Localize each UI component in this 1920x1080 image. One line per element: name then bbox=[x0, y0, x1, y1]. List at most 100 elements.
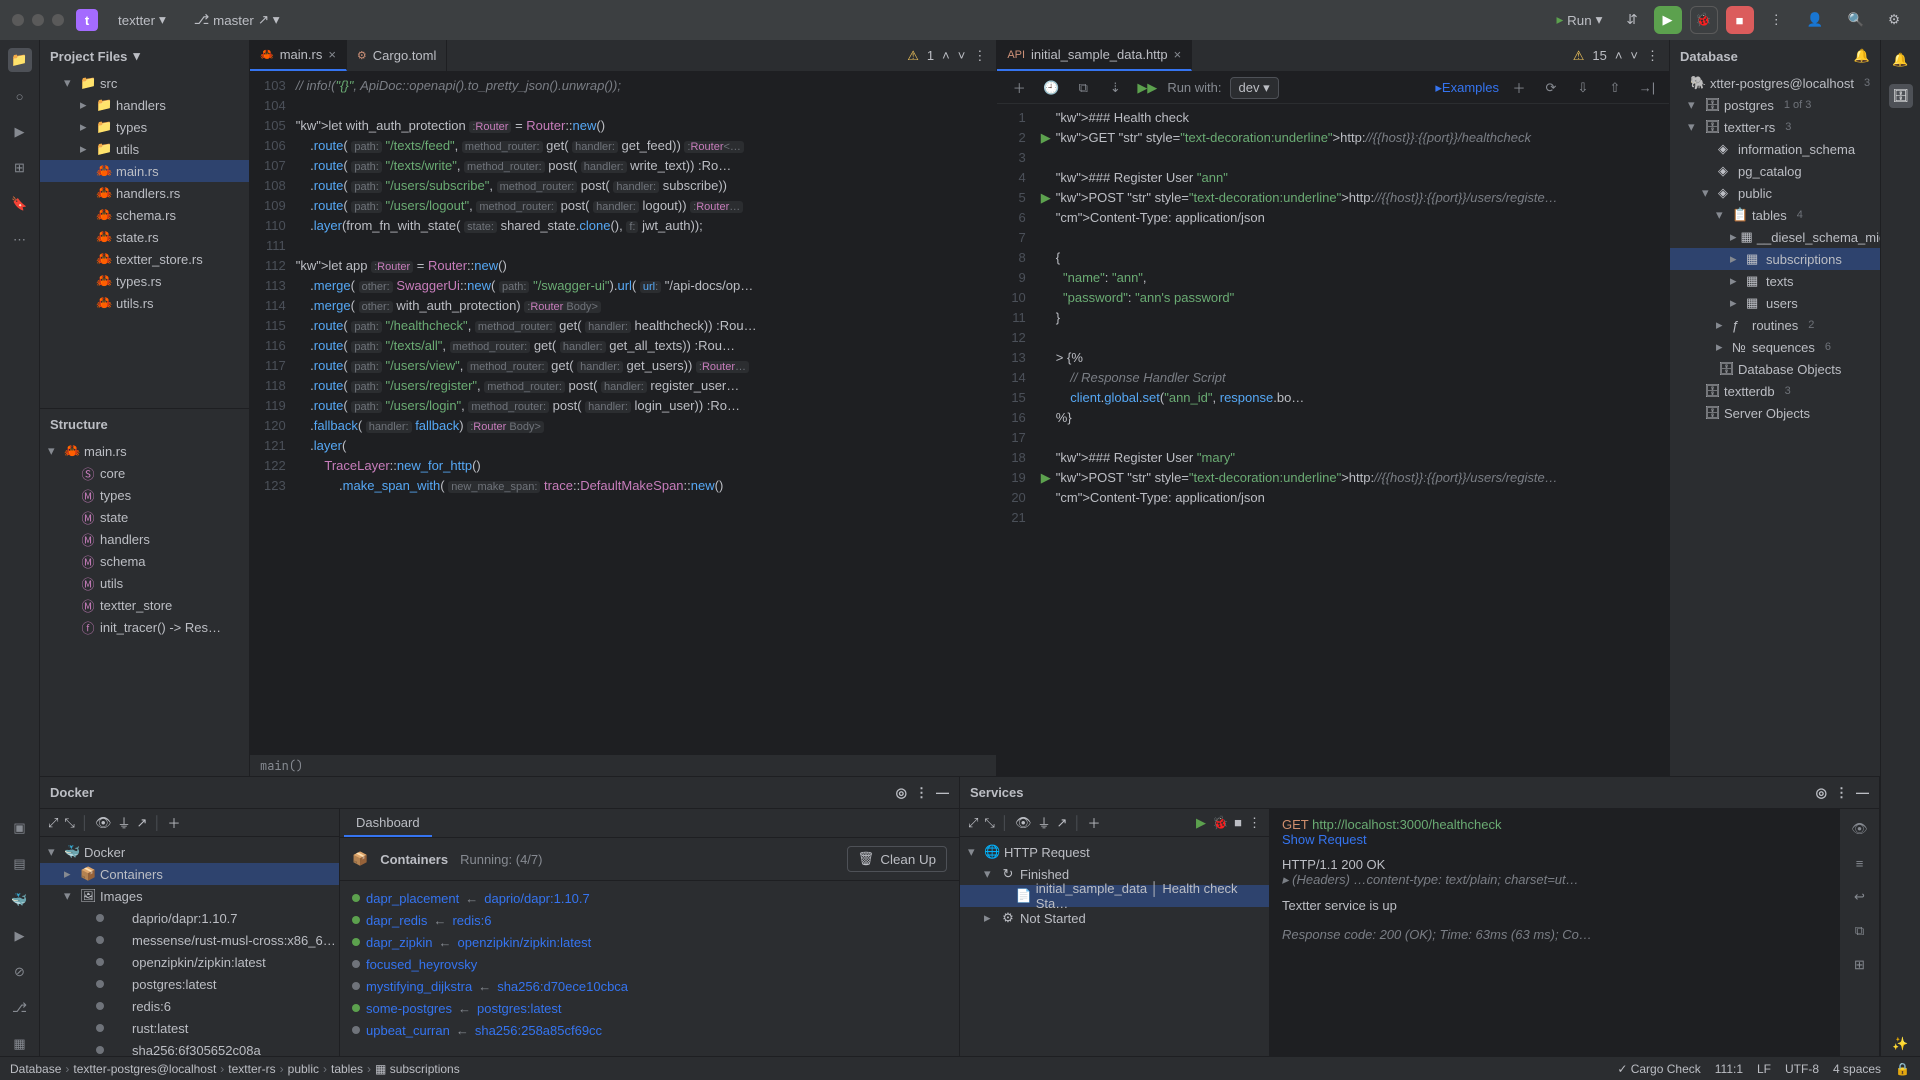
container-row[interactable]: dapr_zipkin ← openzipkin/zipkin:latest bbox=[352, 931, 947, 953]
debug-icon[interactable]: 🐞 bbox=[1212, 815, 1228, 831]
docker-tree-row[interactable]: ▾🐳Docker bbox=[40, 841, 339, 863]
services-tool-icon[interactable]: ▶ bbox=[8, 924, 32, 948]
expand-icon[interactable]: ⤢ bbox=[48, 815, 58, 831]
project-tool-icon[interactable]: 📁 bbox=[8, 48, 32, 72]
docker-tree[interactable]: ▾🐳Docker▸📦Containers▾🖼Imagesdaprio/dapr:… bbox=[40, 837, 339, 1056]
tree-row[interactable]: 🦀schema.rs bbox=[40, 204, 249, 226]
code-editor-http[interactable]: 123456789101112131415161718192021 ▶▶▶ "k… bbox=[997, 104, 1669, 776]
vcs-tool-icon[interactable]: ⎇ bbox=[8, 996, 32, 1020]
db-tree-row[interactable]: ▸▦subscriptions bbox=[1670, 248, 1880, 270]
tree-row[interactable]: 🦀textter_store.rs bbox=[40, 248, 249, 270]
notifications-icon[interactable]: 🔔 bbox=[1854, 48, 1870, 64]
database-tool-icon[interactable]: 🗄 bbox=[1889, 84, 1913, 108]
commit-tool-icon[interactable]: ○ bbox=[8, 84, 32, 108]
collapse-icon[interactable]: ⤡ bbox=[64, 815, 74, 831]
container-link[interactable]: some-postgres bbox=[366, 1001, 452, 1016]
copy-icon[interactable]: ⧉ bbox=[1071, 76, 1095, 100]
target-icon[interactable]: ◎ bbox=[1816, 785, 1827, 801]
run-all-icon[interactable]: ▶▶ bbox=[1135, 76, 1159, 100]
structure-row[interactable]: Ⓜschema bbox=[40, 550, 249, 572]
expand-icon[interactable]: ⤢ bbox=[968, 815, 978, 831]
editor-tab[interactable]: 🦀main.rs× bbox=[250, 40, 347, 71]
structure-row[interactable]: ⓕinit_tracer() -> Res… bbox=[40, 616, 249, 638]
tree-row[interactable]: 🦀state.rs bbox=[40, 226, 249, 248]
collapse-icon[interactable]: ⤡ bbox=[984, 815, 994, 831]
target-icon[interactable]: ◎ bbox=[896, 785, 907, 801]
db-tree-row[interactable]: 🗄Server Objects bbox=[1670, 402, 1880, 424]
more-actions-icon[interactable]: ⋮ bbox=[1762, 8, 1791, 32]
run-tool-icon[interactable]: ▤ bbox=[8, 852, 32, 876]
search-icon[interactable]: 🔍 bbox=[1839, 8, 1872, 32]
next-problem-icon[interactable]: ˅ bbox=[1630, 48, 1638, 63]
db-tree-row[interactable]: ▸№sequences6 bbox=[1670, 336, 1880, 358]
import-icon[interactable]: ⇣ bbox=[1103, 76, 1127, 100]
chevron-down-icon[interactable]: ▾ bbox=[133, 48, 140, 64]
add-request-icon[interactable]: ＋ bbox=[1007, 76, 1031, 100]
minimize-icon[interactable]: — bbox=[1856, 785, 1869, 800]
database-tree[interactable]: 🐘xtter-postgres@localhost3▾🗄postgres1 of… bbox=[1670, 72, 1880, 776]
image-link[interactable]: sha256:258a85cf69cc bbox=[475, 1023, 602, 1038]
minimize-window[interactable] bbox=[32, 14, 44, 26]
db-tree-row[interactable]: 🗄Database Objects bbox=[1670, 358, 1880, 380]
container-link[interactable]: upbeat_curran bbox=[366, 1023, 450, 1038]
docker-tree-row[interactable]: rust:latest bbox=[40, 1017, 339, 1039]
docker-tree-row[interactable]: redis:6 bbox=[40, 995, 339, 1017]
open-icon[interactable]: ↗ bbox=[1056, 815, 1067, 831]
db-tree-row[interactable]: ▸ƒroutines2 bbox=[1670, 314, 1880, 336]
services-tree-row[interactable]: 📄initial_sample_data │ Health check Sta… bbox=[960, 885, 1269, 907]
structure-row[interactable]: Ⓜutils bbox=[40, 572, 249, 594]
examples-link[interactable]: ▸Examples bbox=[1435, 80, 1499, 96]
run-config-dropdown[interactable]: ▸ Run ▾ bbox=[1548, 8, 1610, 32]
docker-tree-row[interactable]: ▸📦Containers bbox=[40, 863, 339, 885]
db-tree-row[interactable]: ▸▦users bbox=[1670, 292, 1880, 314]
open-icon[interactable]: ↗ bbox=[136, 815, 147, 831]
encoding[interactable]: UTF-8 bbox=[1785, 1062, 1819, 1076]
image-link[interactable]: postgres:latest bbox=[477, 1001, 562, 1016]
db-tree-row[interactable]: 🐘xtter-postgres@localhost3 bbox=[1670, 72, 1880, 94]
container-link[interactable]: focused_heyrovsky bbox=[366, 957, 477, 972]
lock-icon[interactable]: 🔒 bbox=[1895, 1062, 1910, 1076]
debug-button[interactable]: 🐞 bbox=[1690, 6, 1718, 34]
vcs-branch-dropdown[interactable]: ⎇ master ↗ ▾ bbox=[186, 8, 288, 32]
structure-tree[interactable]: ▾🦀main.rsⓈcoreⓂtypesⓂstateⓂhandlersⓂsche… bbox=[40, 440, 249, 776]
build-output-icon[interactable]: ▦ bbox=[8, 1032, 32, 1056]
structure-row[interactable]: Ⓜtextter_store bbox=[40, 594, 249, 616]
project-tree[interactable]: ▾📁src▸📁handlers▸📁types▸📁utils🦀main.rs🦀ha… bbox=[40, 72, 249, 408]
db-tree-row[interactable]: ▾🗄textter-rs3 bbox=[1670, 116, 1880, 138]
docker-tree-row[interactable]: openzipkin/zipkin:latest bbox=[40, 951, 339, 973]
warning-icon[interactable]: ⚠ bbox=[907, 48, 919, 64]
more-tool-icon[interactable]: ⋯ bbox=[8, 228, 32, 252]
docker-tree-row[interactable]: ▾🖼Images bbox=[40, 885, 339, 907]
tree-row[interactable]: ▾📁src bbox=[40, 72, 249, 94]
cargo-indicator[interactable]: ✓ Cargo Check bbox=[1617, 1062, 1700, 1076]
container-row[interactable]: dapr_placement ← daprio/dapr:1.10.7 bbox=[352, 887, 947, 909]
debug-tool-icon[interactable]: ▶ bbox=[8, 120, 32, 144]
problems-tool-icon[interactable]: ⊘ bbox=[8, 960, 32, 984]
editor-tab[interactable]: ⚙Cargo.toml bbox=[347, 40, 447, 71]
structure-row[interactable]: Ⓜstate bbox=[40, 506, 249, 528]
ai-assistant-icon[interactable]: ✨ bbox=[1889, 1032, 1913, 1056]
save-response-icon[interactable]: ⊞ bbox=[1848, 953, 1872, 977]
db-tree-row[interactable]: ▸▦__diesel_schema_mig… bbox=[1670, 226, 1880, 248]
status-breadcrumbs[interactable]: Database›textter-postgres@localhost›text… bbox=[10, 1062, 460, 1076]
sync-icon[interactable]: ⟳ bbox=[1539, 76, 1563, 100]
close-tab-icon[interactable]: × bbox=[1174, 47, 1182, 62]
db-tree-row[interactable]: ▾◈public bbox=[1670, 182, 1880, 204]
close-tab-icon[interactable]: × bbox=[328, 47, 336, 62]
new-request-icon[interactable]: ＋ bbox=[1507, 76, 1531, 100]
editor-more-icon[interactable]: ⋮ bbox=[1646, 48, 1659, 64]
docker-tool-icon[interactable]: 🐳 bbox=[8, 888, 32, 912]
warning-icon[interactable]: ⚠ bbox=[1573, 48, 1585, 64]
cursor-position[interactable]: 111:1 bbox=[1715, 1062, 1743, 1076]
tree-row[interactable]: 🦀main.rs bbox=[40, 160, 249, 182]
stop-icon[interactable]: ■ bbox=[1234, 815, 1242, 830]
services-tree[interactable]: ▾🌐HTTP Request▾↻Finished📄initial_sample_… bbox=[960, 837, 1269, 933]
collapse-icon[interactable]: →| bbox=[1635, 76, 1659, 100]
build-icon[interactable]: ⇵ bbox=[1618, 8, 1645, 32]
tree-row[interactable]: ▸📁handlers bbox=[40, 94, 249, 116]
container-row[interactable]: dapr_redis ← redis:6 bbox=[352, 909, 947, 931]
docker-tree-row[interactable]: messense/rust-musl-cross:x86_6… bbox=[40, 929, 339, 951]
db-tree-row[interactable]: ◈pg_catalog bbox=[1670, 160, 1880, 182]
run-icon[interactable]: ▶ bbox=[1196, 815, 1206, 831]
project-dropdown[interactable]: textter ▾ bbox=[110, 8, 174, 32]
